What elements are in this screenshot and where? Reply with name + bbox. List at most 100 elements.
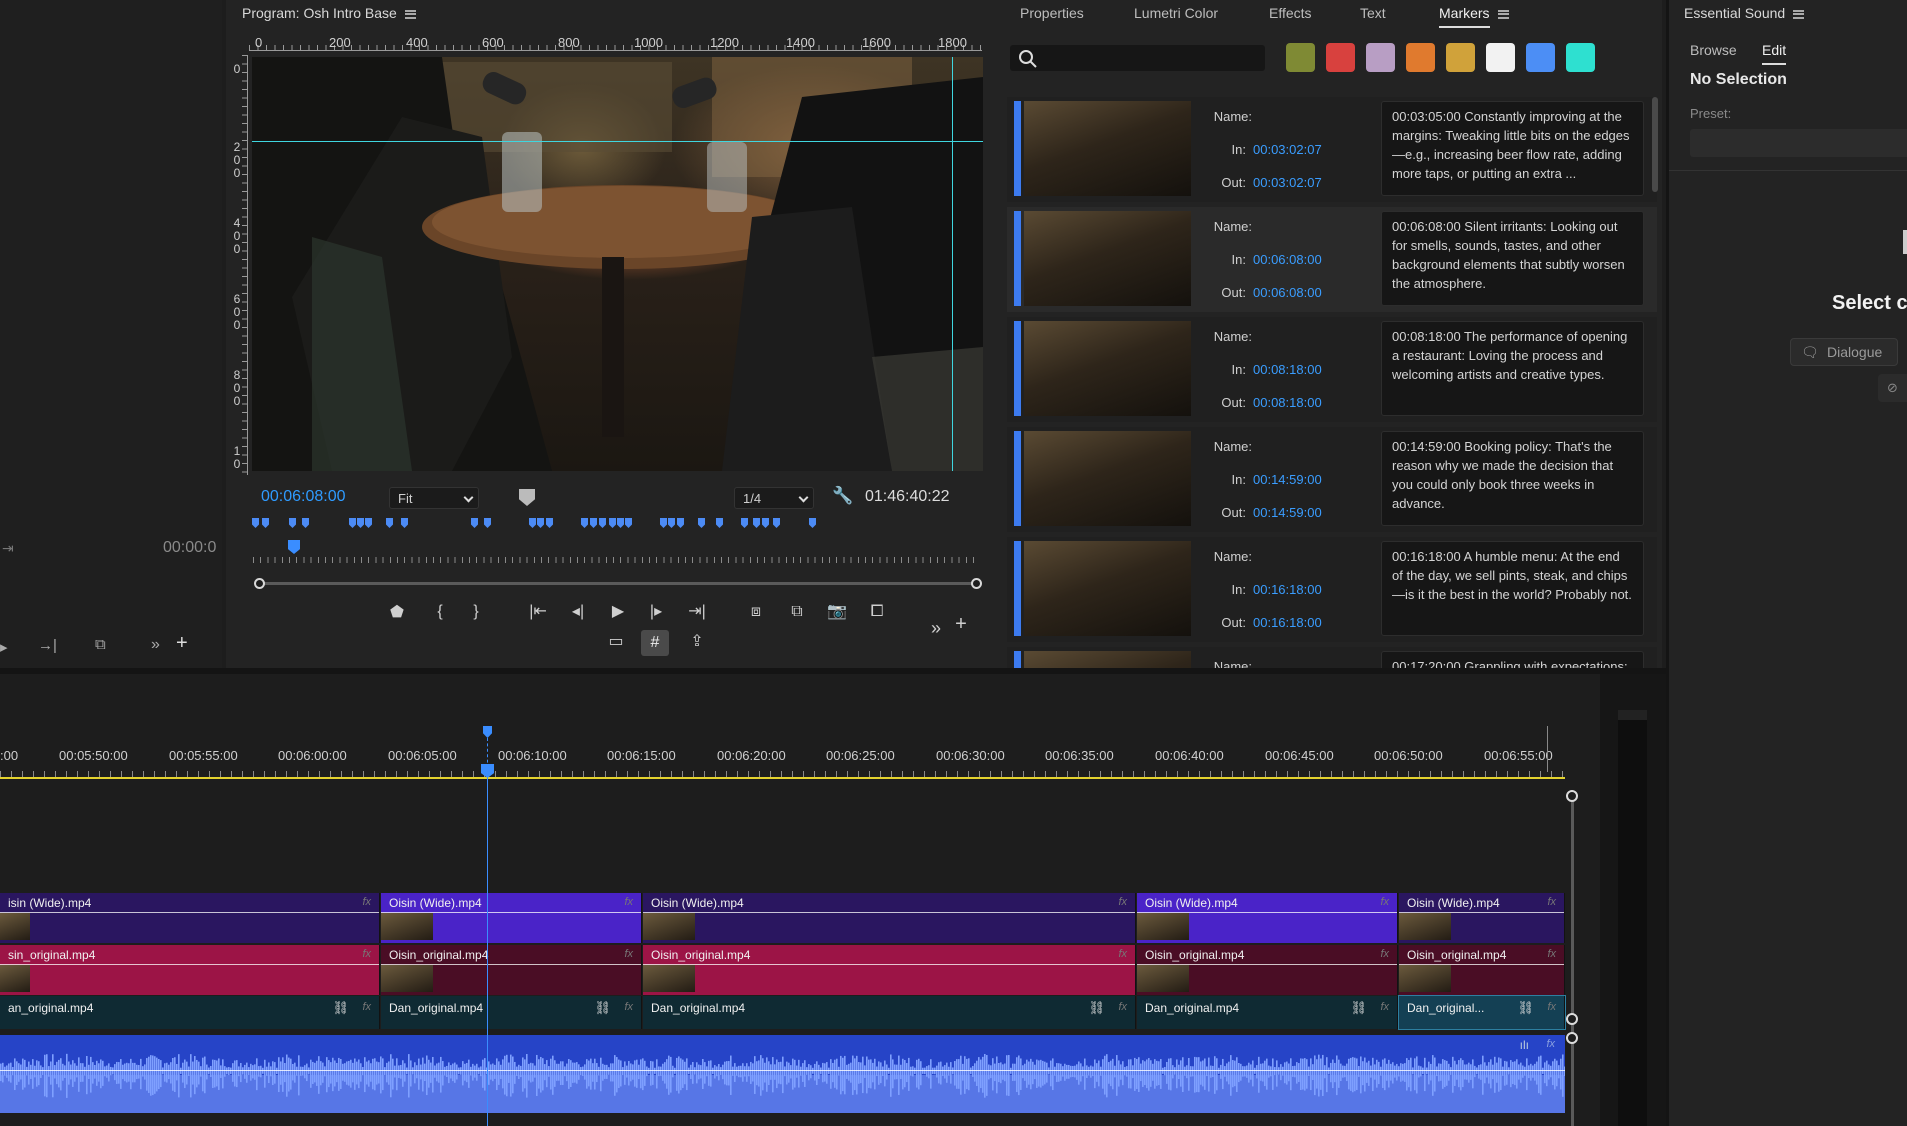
- left-insert-icon[interactable]: ⧉: [95, 636, 106, 653]
- fx-badge[interactable]: fx: [362, 948, 371, 960]
- fx-badge[interactable]: fx: [1118, 948, 1127, 960]
- more-controls-icon[interactable]: »: [925, 619, 947, 637]
- scrub-bar[interactable]: [253, 547, 976, 563]
- color-filter-white[interactable]: [1486, 43, 1515, 72]
- fx-badge[interactable]: fx: [1118, 896, 1127, 908]
- tab-edit[interactable]: Edit: [1762, 42, 1787, 65]
- video-clip[interactable]: Oisin (Wide).mp4 fx: [381, 893, 642, 943]
- essential-sound-title[interactable]: Essential Sound: [1684, 5, 1805, 21]
- fx-badge[interactable]: fx: [624, 896, 633, 908]
- marker-in-value[interactable]: 00:08:18:00: [1253, 362, 1322, 377]
- unlink-icon[interactable]: ⛓: [594, 1000, 611, 1016]
- marker-out-value[interactable]: 00:03:02:07: [1253, 175, 1322, 190]
- program-video-frame[interactable]: [252, 57, 983, 471]
- audio-clip[interactable]: an_original.mp4 ⛓ fx: [0, 996, 380, 1029]
- marker-out-value[interactable]: 00:16:18:00: [1253, 615, 1322, 630]
- opacity-line[interactable]: [643, 912, 1135, 913]
- marker-out-value[interactable]: 00:08:18:00: [1253, 395, 1322, 410]
- vscroll-handle-bottom[interactable]: [1566, 1032, 1578, 1044]
- video-clip[interactable]: Oisin_original.mp4 fx: [1399, 945, 1565, 995]
- video-clip[interactable]: Oisin (Wide).mp4 fx: [643, 893, 1136, 943]
- go-to-out-button[interactable]: ⇥|: [686, 603, 708, 621]
- preset-field[interactable]: [1690, 129, 1907, 157]
- mark-out-button[interactable]: }: [465, 603, 487, 621]
- guide-horizontal[interactable]: [252, 141, 983, 142]
- fx-badge[interactable]: fx: [1380, 896, 1389, 908]
- marker-comment[interactable]: 00:16:18:00 A humble menu: At the end of…: [1381, 541, 1644, 636]
- unlink-icon[interactable]: ⛓: [1088, 1000, 1105, 1016]
- zoom-fit-dropdown[interactable]: Fit: [389, 487, 479, 509]
- fx-badge[interactable]: fx: [1380, 948, 1389, 960]
- lift-button[interactable]: ⧈: [745, 603, 767, 621]
- marker-in-value[interactable]: 00:14:59:00: [1253, 472, 1322, 487]
- tab-effects[interactable]: Effects: [1269, 5, 1312, 21]
- unlink-icon[interactable]: ⛓: [1350, 1000, 1367, 1016]
- opacity-line[interactable]: [643, 964, 1135, 965]
- fx-badge[interactable]: fx: [1380, 1001, 1389, 1013]
- marker-comment[interactable]: 00:08:18:00 The performance of opening a…: [1381, 321, 1644, 416]
- vr-video-button[interactable]: ▭: [605, 633, 627, 651]
- marker-item[interactable]: Name: In: 00:06:08:00 Out: 00:06:08:00 0…: [1007, 207, 1657, 312]
- left-step-icon[interactable]: ▸: [0, 638, 8, 656]
- work-area-bar[interactable]: [0, 777, 1565, 779]
- wrench-icon[interactable]: 🔧: [832, 486, 853, 506]
- audio-clip[interactable]: Dan_original.mp4 ⛓ fx: [643, 996, 1136, 1029]
- video-clip[interactable]: Oisin_original.mp4 fx: [1137, 945, 1398, 995]
- marker-item[interactable]: Name: In: 00:03:02:07 Out: 00:03:02:07 0…: [1007, 97, 1657, 202]
- zoom-handle-left[interactable]: [254, 578, 265, 589]
- vscroll-handle-mid[interactable]: [1566, 1013, 1578, 1025]
- video-clip[interactable]: Oisin (Wide).mp4 fx: [1399, 893, 1565, 943]
- audio-waveform-track[interactable]: ılı fx: [0, 1035, 1565, 1113]
- fx-badge[interactable]: fx: [362, 896, 371, 908]
- color-filter-olive[interactable]: [1286, 43, 1315, 72]
- resolution-dropdown[interactable]: 1/4: [734, 487, 814, 509]
- marker-in-value[interactable]: 00:16:18:00: [1253, 582, 1322, 597]
- marker-search-input[interactable]: [1010, 45, 1265, 71]
- tab-text[interactable]: Text: [1360, 5, 1386, 21]
- tab-markers[interactable]: Markers: [1439, 5, 1509, 28]
- camera-icon[interactable]: 📷: [826, 603, 848, 621]
- zoom-scrollbar[interactable]: [258, 582, 976, 585]
- audio-clip[interactable]: Dan_original.mp4 ⛓ fx: [381, 996, 642, 1029]
- step-back-button[interactable]: ◂|: [567, 603, 589, 621]
- color-filter-blue[interactable]: [1526, 43, 1555, 72]
- color-filter-orange[interactable]: [1406, 43, 1435, 72]
- left-goto-out-icon[interactable]: →|: [38, 637, 57, 654]
- timeline-vscroll[interactable]: [1571, 797, 1574, 1126]
- panel-menu-icon[interactable]: [1793, 9, 1805, 19]
- video-clip[interactable]: Oisin_original.mp4 fx: [381, 945, 642, 995]
- audio-clip[interactable]: Dan_original... ⛓ fx: [1398, 995, 1566, 1030]
- marker-in-value[interactable]: 00:03:02:07: [1253, 142, 1322, 157]
- video-clip[interactable]: isin (Wide).mp4 fx: [0, 893, 380, 943]
- fx-badge[interactable]: fx: [1118, 1001, 1127, 1013]
- tab-browse[interactable]: Browse: [1690, 42, 1737, 58]
- marker-comment[interactable]: 00:17:20:00 Grappling with expectations:: [1381, 651, 1644, 668]
- opacity-line[interactable]: [0, 912, 379, 913]
- safe-margins-button[interactable]: #: [641, 630, 669, 656]
- clear-tag-icon[interactable]: ⊘: [1878, 374, 1907, 402]
- video-clip[interactable]: Oisin (Wide).mp4 fx: [1137, 893, 1398, 943]
- markers-scrollbar[interactable]: [1652, 97, 1658, 192]
- marker-comment[interactable]: 00:06:08:00 Silent irritants: Looking ou…: [1381, 211, 1644, 306]
- fx-badge[interactable]: fx: [362, 1001, 371, 1013]
- vscroll-handle-top[interactable]: [1566, 790, 1578, 802]
- fx-badge[interactable]: fx: [1547, 896, 1556, 908]
- marker-comment[interactable]: 00:14:59:00 Booking policy: That's the r…: [1381, 431, 1644, 526]
- marker-item[interactable]: Name: In: 00:08:18:00 Out: 00:08:18:00 0…: [1007, 317, 1657, 422]
- compare-view-button[interactable]: ⧠: [866, 603, 888, 621]
- video-clip[interactable]: Oisin_original.mp4 fx: [643, 945, 1136, 995]
- color-filter-yellow[interactable]: [1446, 43, 1475, 72]
- left-more-icon[interactable]: »: [151, 636, 160, 654]
- step-forward-button[interactable]: |▸: [645, 603, 667, 621]
- color-filter-red[interactable]: [1326, 43, 1355, 72]
- go-to-in-button[interactable]: |⇤: [527, 603, 549, 621]
- fx-badge[interactable]: fx: [624, 1001, 633, 1013]
- marker-item[interactable]: Name: In: 00:16:18:00 Out: 00:16:18:00 0…: [1007, 537, 1657, 642]
- marker-out-value[interactable]: 00:06:08:00: [1253, 285, 1322, 300]
- mark-in-button[interactable]: {: [429, 603, 451, 621]
- unlink-icon[interactable]: ⛓: [332, 1000, 349, 1016]
- audio-clip[interactable]: Dan_original.mp4 ⛓ fx: [1137, 996, 1398, 1029]
- marker-out-value[interactable]: 00:14:59:00: [1253, 505, 1322, 520]
- fx-badge[interactable]: fx: [1547, 948, 1556, 960]
- panel-menu-icon[interactable]: [404, 9, 416, 19]
